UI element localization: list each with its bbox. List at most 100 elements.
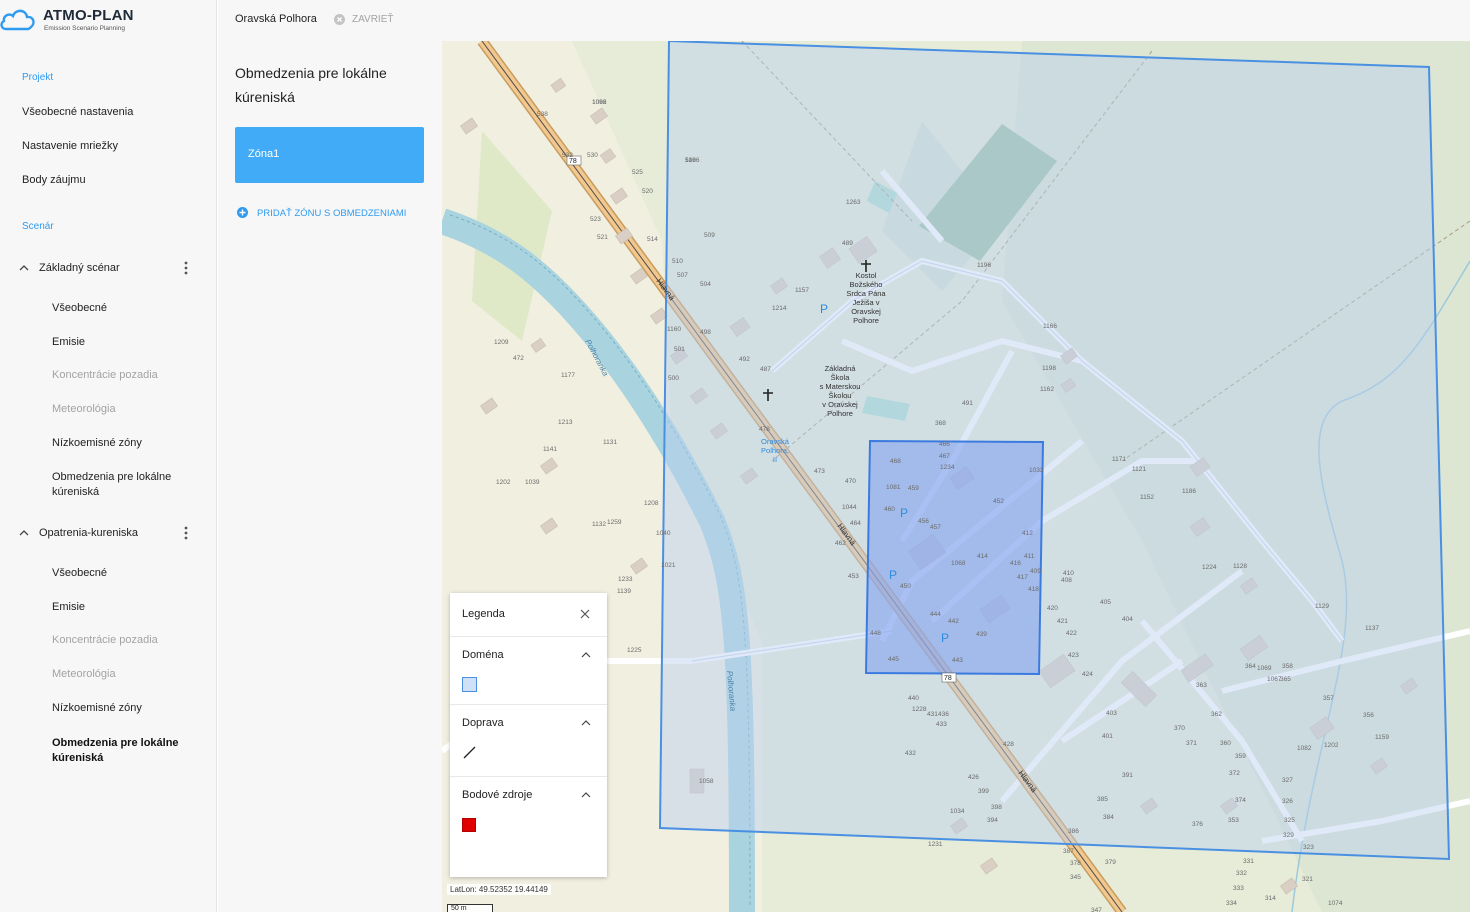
nav-points-of-interest[interactable]: Body záujmu xyxy=(22,174,86,186)
house-number-label: 1214 xyxy=(772,305,787,312)
house-number-label: 487 xyxy=(760,366,771,373)
house-number-label: 472 xyxy=(513,355,524,362)
chevron-up-icon[interactable] xyxy=(19,528,29,538)
close-icon[interactable] xyxy=(580,609,590,619)
legend-section-domain[interactable]: Doména xyxy=(450,636,607,704)
sidebar: ATMO-PLAN Emission Scenario Planning Pro… xyxy=(0,0,217,912)
domain-swatch-icon xyxy=(462,677,477,692)
house-number-label: 356 xyxy=(1363,712,1374,719)
scenario1-low-emission-zones[interactable]: Nízkoemisné zóny xyxy=(52,436,202,451)
scenario2-background-concentrations: Koncentrácie pozadia xyxy=(52,634,158,646)
svg-text:P: P xyxy=(820,302,828,316)
scale-bar: 50 m xyxy=(447,904,493,912)
house-number-label: 1137 xyxy=(1365,625,1379,632)
panel-title: Obmedzenia pre lokálne kúreniská xyxy=(235,65,387,105)
nav-general-settings[interactable]: Všeobecné nastavenia xyxy=(22,106,133,118)
house-number-label: 448 xyxy=(870,630,881,637)
house-number-label: 504 xyxy=(700,281,711,288)
chevron-up-icon[interactable] xyxy=(19,263,29,273)
house-number-label: 521 xyxy=(597,234,608,241)
house-number-label: 530 xyxy=(587,152,598,159)
zone1-polygon[interactable] xyxy=(864,439,1045,676)
more-vert-icon[interactable] xyxy=(183,260,189,276)
scenario2-emissions[interactable]: Emisie xyxy=(52,600,202,615)
svg-text:Základná: Základná xyxy=(825,364,857,373)
restrictions-panel: Obmedzenia pre lokálne kúreniská Zóna1 P… xyxy=(218,41,442,912)
house-number-label: 1225 xyxy=(627,647,642,654)
house-number-label: 398 xyxy=(991,804,1002,811)
chevron-up-icon[interactable] xyxy=(581,651,591,659)
house-number-label: 331 xyxy=(1243,858,1254,865)
house-number-label: 1129 xyxy=(1315,603,1329,610)
house-number-label: 424 xyxy=(1082,671,1093,678)
house-number-label: 391 xyxy=(1122,772,1133,779)
house-number-label: 326 xyxy=(1282,798,1293,805)
house-number-label: 370 xyxy=(1174,725,1185,732)
chevron-up-icon[interactable] xyxy=(581,791,591,799)
close-circle-icon[interactable] xyxy=(334,14,345,25)
house-number-label: 1228 xyxy=(912,706,927,713)
house-number-label: 523 xyxy=(590,216,601,223)
scenario1-general[interactable]: Všeobecné xyxy=(52,301,202,316)
house-number-label: 421 xyxy=(1057,618,1068,625)
house-number-label: 1208 xyxy=(644,500,659,507)
svg-text:Oravská: Oravská xyxy=(761,437,790,446)
house-number-label: 1231 xyxy=(928,841,943,848)
add-zone-label: PRIDAŤ ZÓNU S OBMEDZENIAMI xyxy=(257,208,407,219)
house-number-label: 403 xyxy=(1106,710,1117,717)
house-number-label: 334 xyxy=(1226,900,1237,907)
scenario1-local-heating-restrictions[interactable]: Obmedzenia pre lokálne kúreniská xyxy=(52,470,202,500)
scenario2-general[interactable]: Všeobecné xyxy=(52,566,202,581)
house-number-label: 1202 xyxy=(496,479,511,486)
svg-text:P: P xyxy=(889,568,897,582)
top-bar: Oravská Polhora ZAVRIEŤ xyxy=(218,0,1470,41)
house-number-label: 386 xyxy=(1068,828,1079,835)
scenario2-low-emission-zones[interactable]: Nízkoemisné zóny xyxy=(52,701,202,716)
scenario1-emissions[interactable]: Emisie xyxy=(52,335,202,350)
house-number-label: 1069 xyxy=(1257,665,1272,672)
house-number-label: 410 xyxy=(1063,570,1074,577)
zone-name: Zóna1 xyxy=(248,148,280,160)
house-number-label: 1162 xyxy=(1040,386,1054,393)
nav-grid-settings[interactable]: Nastavenie mriežky xyxy=(22,140,118,152)
scenario-group-opatrenia[interactable]: Opatrenia-kureniska xyxy=(0,525,217,547)
more-vert-icon[interactable] xyxy=(183,525,189,541)
legend-panel: Legenda Doména Doprava Bodové zdroje xyxy=(450,593,607,877)
scenario-group-zakladny[interactable]: Základný scénar xyxy=(0,260,217,282)
road-ref-label: 78 xyxy=(569,158,577,165)
house-number-label: 1202 xyxy=(1324,742,1339,749)
house-number-label: 405 xyxy=(1100,599,1111,606)
house-number-label: 357 xyxy=(1323,695,1334,702)
house-number-label: 1139 xyxy=(617,588,631,595)
scenario-title: Opatrenia-kureniska xyxy=(39,527,139,539)
house-number-label: 332 xyxy=(1236,870,1247,877)
house-number-label: 1166 xyxy=(1043,323,1057,330)
close-button[interactable]: ZAVRIEŤ xyxy=(352,14,393,25)
house-number-label: 412 xyxy=(1022,530,1033,537)
svg-text:P: P xyxy=(900,506,908,520)
project-location: Oravská Polhora xyxy=(235,13,317,25)
app-logo[interactable]: ATMO-PLAN Emission Scenario Planning xyxy=(0,0,217,40)
svg-text:s Materskou: s Materskou xyxy=(820,382,861,391)
svg-text:Oravskej: Oravskej xyxy=(851,307,881,316)
house-number-label: 1152 xyxy=(1140,494,1154,501)
house-number-label: 500 xyxy=(668,375,679,382)
house-number-label: 414 xyxy=(977,553,988,560)
legend-section-point-sources[interactable]: Bodové zdroje xyxy=(450,776,607,877)
legend-section-traffic[interactable]: Doprava xyxy=(450,704,607,776)
house-number-label: 510 xyxy=(672,258,683,265)
house-number-label: 323 xyxy=(1303,844,1314,851)
house-number-label: 431 xyxy=(927,711,938,718)
house-number-label: 411 xyxy=(1024,553,1035,560)
scenario2-local-heating-restrictions[interactable]: Obmedzenia pre lokálne kúreniská xyxy=(52,736,202,766)
house-number-label: 1044 xyxy=(842,504,857,511)
house-number-label: 1157 xyxy=(795,287,809,294)
app-tagline: Emission Scenario Planning xyxy=(44,25,125,32)
house-number-label: 1196 xyxy=(977,262,991,269)
house-number-label: 1224 xyxy=(1202,564,1217,571)
add-zone-button[interactable]: PRIDAŤ ZÓNU S OBMEDZENIAMI xyxy=(237,207,427,221)
house-number-label: 520 xyxy=(642,188,653,195)
house-number-label: 416 xyxy=(1010,560,1021,567)
chevron-up-icon[interactable] xyxy=(581,719,591,727)
zone-card[interactable]: Zóna1 xyxy=(235,127,424,183)
